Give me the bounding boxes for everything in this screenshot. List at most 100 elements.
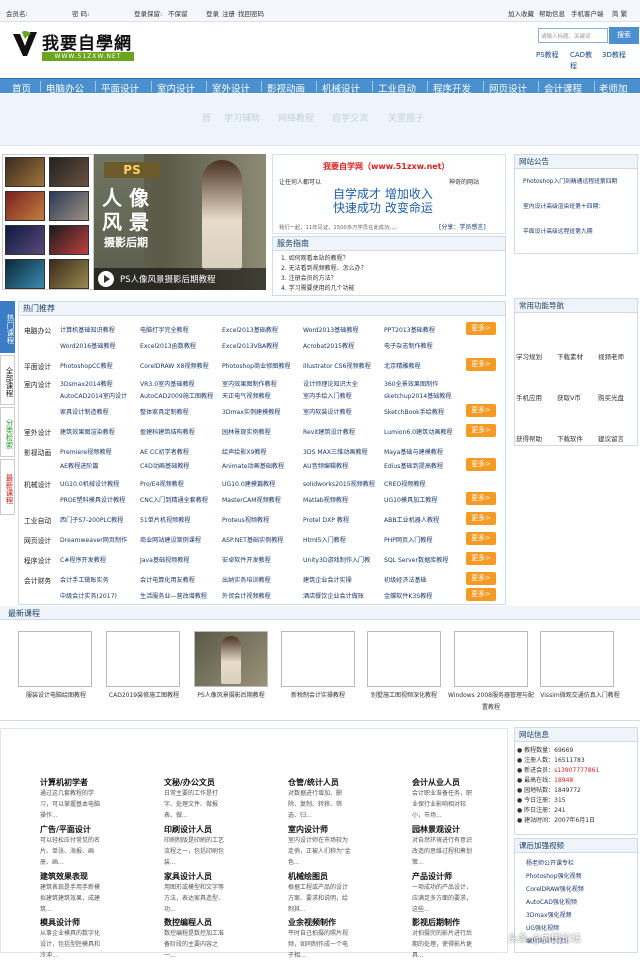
hot-course-link[interactable]: Animate动画基础教程: [222, 461, 284, 470]
hot-course-link[interactable]: Java基础视频教程: [140, 555, 189, 564]
hot-course-link[interactable]: 室内效果图制作教程: [222, 379, 277, 388]
latest-thumb-1[interactable]: [18, 631, 92, 687]
thumb-7[interactable]: [5, 259, 45, 289]
hot-course-link[interactable]: Dreamweaver网页制作: [60, 535, 127, 544]
help-link[interactable]: 帮助信息: [539, 8, 565, 18]
hot-course-link[interactable]: 出纳实务培训教程: [222, 575, 271, 584]
guide-item[interactable]: 1. 如何观看本站的教程？: [281, 254, 367, 264]
latest-thumb-5[interactable]: [367, 631, 441, 687]
more-button[interactable]: 更多>: [466, 588, 496, 601]
subnav-exchange[interactable]: 自学交流: [332, 111, 368, 124]
subnav-home[interactable]: 首: [202, 111, 211, 124]
register-link[interactable]: 注册: [222, 8, 235, 18]
hot-course-link[interactable]: 建筑企业会计实操: [303, 575, 352, 584]
guide-item[interactable]: 4. 学习需要使用的几个功能: [281, 284, 367, 294]
more-button[interactable]: 更多>: [466, 492, 496, 505]
more-button[interactable]: 更多>: [466, 512, 496, 525]
nav-automation[interactable]: 工业自动: [378, 81, 416, 95]
more-button[interactable]: 更多>: [466, 358, 496, 371]
func-help[interactable]: 获得帮助: [516, 433, 542, 443]
favorite-link[interactable]: 加入收藏: [508, 8, 534, 18]
thumb-1[interactable]: [5, 157, 45, 187]
hot-course-link[interactable]: 盈建科建筑结构教程: [140, 427, 195, 436]
hot-course-link[interactable]: CREO视频教程: [384, 479, 426, 488]
hot-course-link[interactable]: Lumion6.0建筑动画教程: [384, 427, 453, 436]
func-plan[interactable]: 学习规划: [516, 351, 542, 361]
hot-course-link[interactable]: sketchup2014基础教程: [384, 391, 451, 400]
more-button[interactable]: 更多>: [466, 404, 496, 417]
hot-course-link[interactable]: 电子杂志制作教程: [384, 341, 433, 350]
hot-course-link[interactable]: UG10模具加工教程: [384, 495, 438, 504]
nav-interior[interactable]: 室内设计: [157, 81, 195, 95]
play-icon[interactable]: [98, 271, 114, 287]
thumb-6[interactable]: [49, 225, 89, 255]
subnav-study[interactable]: 学习辅助: [224, 111, 260, 124]
hot-course-link[interactable]: Excel2013基础教程: [222, 325, 278, 334]
hot-course-link[interactable]: 安卓软件开发教程: [222, 555, 271, 564]
subnav-online[interactable]: 网络教程: [278, 111, 314, 124]
career-title[interactable]: 机械绘图员: [288, 871, 328, 882]
hot-category-label[interactable]: 网页设计: [24, 535, 51, 545]
hot-course-link[interactable]: AE教程进阶篇: [60, 461, 99, 470]
hot-course-link[interactable]: VR3.0室内基础教程: [140, 379, 195, 388]
hot-category-label[interactable]: 程序设计: [24, 555, 51, 565]
hot-category-label[interactable]: 会计财务: [24, 575, 51, 585]
hot-course-link[interactable]: solidworks2015视频教程: [303, 479, 375, 488]
func-mobile-app[interactable]: 手机应用: [516, 392, 542, 402]
more-button[interactable]: 更多>: [466, 532, 496, 545]
func-download-material[interactable]: 下载素材: [557, 351, 583, 361]
latest-caption[interactable]: PS人像风景摄影后期教程: [187, 690, 275, 702]
hot-course-link[interactable]: 3DS MAX三维动画教程: [303, 447, 368, 456]
hot-course-link[interactable]: 室内手绘入门教程: [303, 391, 352, 400]
thumb-3[interactable]: [5, 191, 45, 221]
hot-course-link[interactable]: 初级经济法基础: [384, 575, 427, 584]
hot-course-link[interactable]: 设计师理论知识大全: [303, 379, 358, 388]
hot-course-link[interactable]: SQL Server数据库教程: [384, 555, 448, 564]
hot-course-link[interactable]: 金蝶软件K3S教程: [384, 591, 432, 600]
hot-course-link[interactable]: PPT2013基础教程: [384, 325, 435, 334]
hot-course-link[interactable]: 天正电气视频教程: [222, 391, 271, 400]
boost-item[interactable]: 3Dmax强化视频: [526, 910, 572, 919]
hot-course-link[interactable]: Photoshop商业修图教程: [222, 361, 291, 370]
side-tab-category[interactable]: 分类检索: [0, 407, 15, 457]
hot-category-label[interactable]: 平面设计: [24, 361, 51, 371]
hot-course-link[interactable]: 中级会计实务(2017): [60, 591, 117, 600]
hot-course-link[interactable]: Pro/E4视频教程: [140, 479, 184, 488]
hot-course-link[interactable]: AU音频编辑教程: [303, 461, 348, 470]
latest-caption[interactable]: Windows 2008服务器管理与配置教程: [447, 690, 535, 714]
career-title[interactable]: 印刷设计人员: [164, 824, 212, 835]
hot-course-link[interactable]: SketchBook手绘教程: [384, 407, 444, 416]
cad-course-link[interactable]: CAD教程: [570, 50, 598, 72]
func-buy-disc[interactable]: 购买光盘: [598, 392, 624, 402]
hot-course-link[interactable]: Edius基础到提高教程: [384, 461, 443, 470]
side-tab-all[interactable]: 全部课程: [0, 355, 15, 405]
latest-thumb-3[interactable]: [194, 631, 268, 687]
career-title[interactable]: 模具设计师: [40, 917, 80, 928]
career-title[interactable]: 广告/平面设计: [40, 824, 91, 835]
career-title[interactable]: 影视后期制作: [412, 917, 460, 928]
hot-course-link[interactable]: Word2016基础教程: [60, 341, 116, 350]
hot-course-link[interactable]: 商业网站建设案例课程: [140, 535, 201, 544]
thumb-8[interactable]: [49, 259, 89, 289]
hot-course-link[interactable]: Acrobat2015教程: [303, 341, 354, 350]
nav-programming[interactable]: 程序开发: [433, 81, 471, 95]
career-title[interactable]: 会计从业人员: [412, 777, 460, 788]
hot-course-link[interactable]: PROE塑料模具设计教程: [60, 495, 125, 504]
hot-course-link[interactable]: AutoCAD2014室内设计: [60, 391, 127, 400]
hot-course-link[interactable]: 家具设计制造教程: [60, 407, 109, 416]
boost-item[interactable]: AutoCAD强化视频: [526, 897, 577, 906]
hot-course-link[interactable]: PHP网页入门教程: [384, 535, 433, 544]
hot-course-link[interactable]: 酒店餐饮企业会计做账: [303, 591, 364, 600]
hot-course-link[interactable]: AutoCAD2009施工图教程: [140, 391, 213, 400]
career-title[interactable]: 数控编程人员: [164, 917, 212, 928]
hot-course-link[interactable]: 室内软装设计教程: [303, 407, 352, 416]
func-feedback[interactable]: 建议留言: [598, 433, 624, 443]
career-title[interactable]: 室内设计师: [288, 824, 328, 835]
subnav-circle[interactable]: 关里圈子: [388, 111, 424, 124]
nav-accounting[interactable]: 会计课程: [544, 81, 582, 95]
hot-course-link[interactable]: Matlab视频教程: [303, 495, 348, 504]
nav-web[interactable]: 网页设计: [489, 81, 527, 95]
hot-course-link[interactable]: 绘声绘影X9教程: [222, 447, 267, 456]
hot-course-link[interactable]: Protel DXP 教程: [303, 515, 349, 524]
hot-course-link[interactable]: Illustrator CS6视频教程: [303, 361, 371, 370]
